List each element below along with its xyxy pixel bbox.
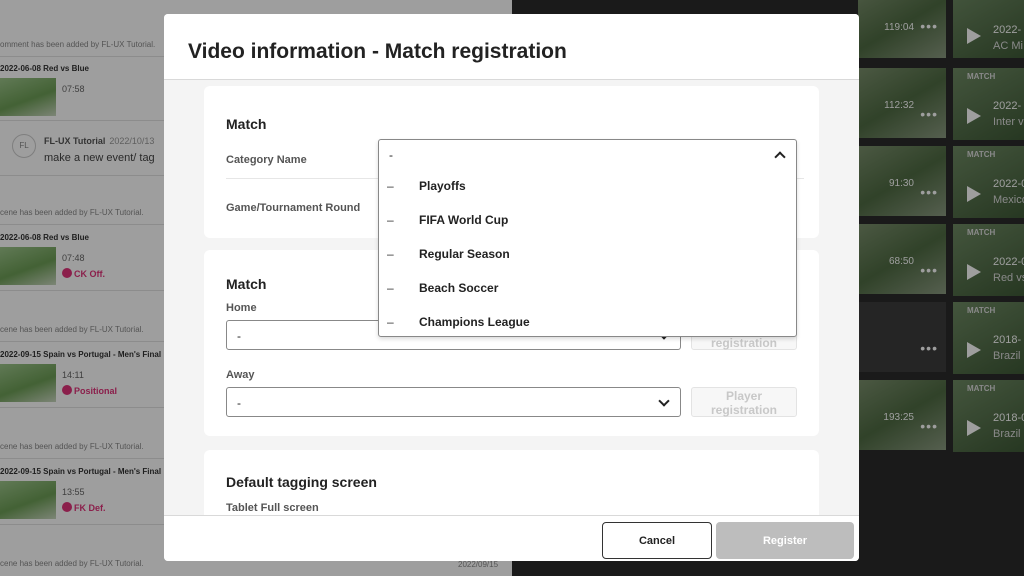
tablet-full-screen-label: Tablet Full screen — [226, 502, 319, 514]
away-label: Away — [226, 369, 255, 381]
option-dash: – — [387, 213, 394, 227]
home-team-value: - — [237, 329, 241, 343]
away-team-value: - — [237, 396, 241, 410]
register-button[interactable]: Register — [716, 522, 854, 559]
home-label: Home — [226, 302, 257, 314]
away-player-registration-button[interactable]: Player registration — [691, 387, 797, 417]
category-name-select[interactable]: - – Playoffs – FIFA World Cup – Regular … — [378, 139, 797, 337]
dialog-footer: Cancel Register — [164, 515, 859, 561]
chevron-up-icon[interactable] — [774, 151, 786, 163]
away-team-select[interactable]: - — [226, 387, 681, 417]
option-dash: – — [387, 179, 394, 193]
default-tagging-screen-section: Default tagging screen Tablet Full scree… — [204, 450, 819, 516]
category-option[interactable]: – Beach Soccer — [379, 272, 796, 306]
chevron-down-icon — [658, 395, 670, 407]
section-title: Match — [226, 116, 267, 132]
section-title: Default tagging screen — [226, 474, 377, 490]
option-label: Regular Season — [419, 247, 510, 261]
option-label: Champions League — [419, 315, 530, 329]
category-option[interactable]: – Regular Season — [379, 238, 796, 272]
option-dash: – — [387, 315, 394, 329]
option-label: Playoffs — [419, 179, 466, 193]
category-name-label: Category Name — [226, 154, 307, 166]
dialog-header: Video information - Match registration — [164, 14, 859, 80]
option-label: FIFA World Cup — [419, 213, 509, 227]
category-option[interactable]: – FIFA World Cup — [379, 204, 796, 238]
option-dash: – — [387, 281, 394, 295]
category-name-value: - — [389, 148, 393, 162]
option-label: Beach Soccer — [419, 281, 499, 295]
option-dash: – — [387, 247, 394, 261]
cancel-button[interactable]: Cancel — [602, 522, 712, 559]
category-option[interactable]: – Playoffs — [379, 170, 796, 204]
section-title: Match — [226, 276, 267, 292]
round-label: Game/Tournament Round — [226, 202, 361, 214]
dialog-title: Video information - Match registration — [188, 40, 567, 63]
category-option[interactable]: – Champions League — [379, 306, 796, 340]
